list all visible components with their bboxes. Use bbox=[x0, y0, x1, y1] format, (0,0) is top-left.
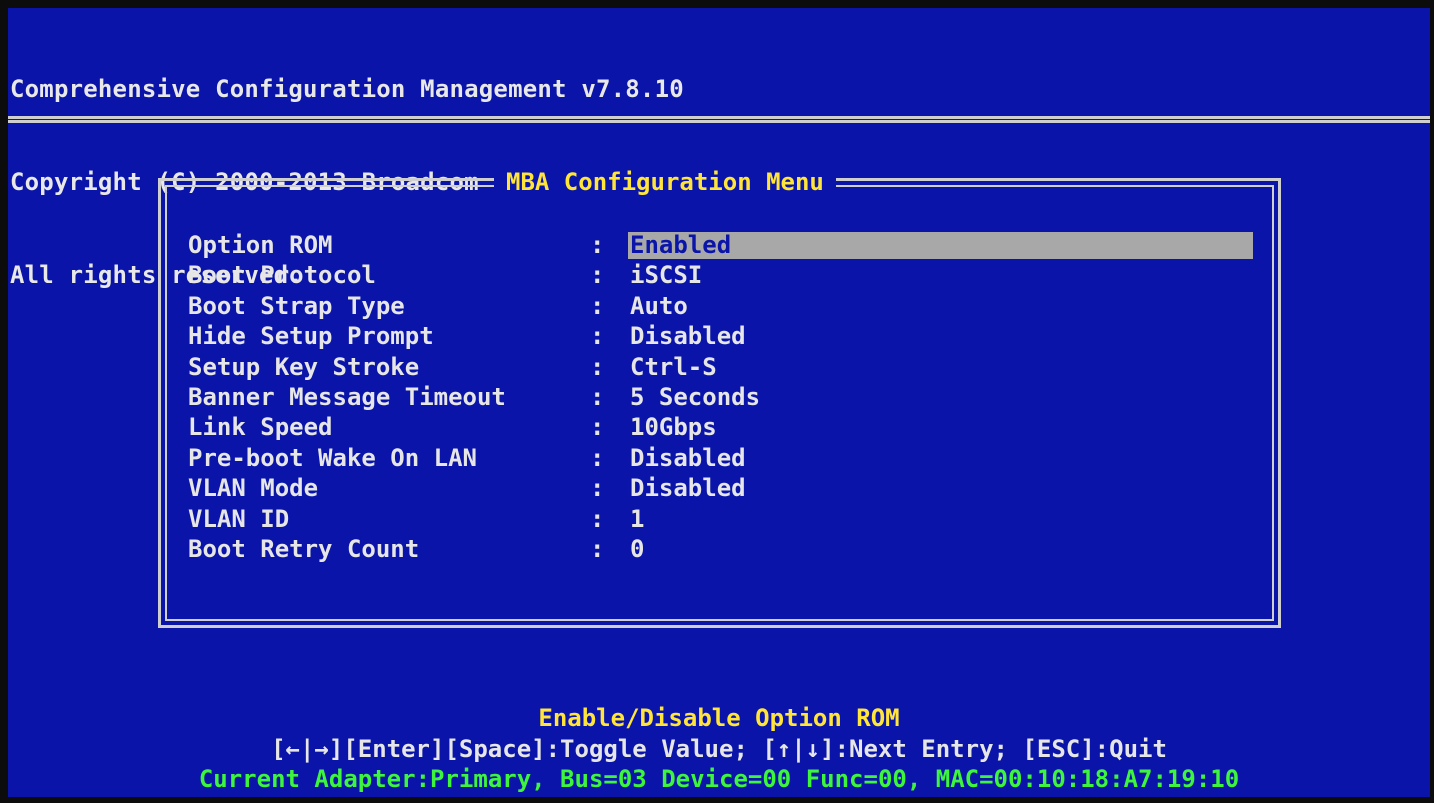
menu-item-label: Link Speed bbox=[188, 413, 333, 442]
menu-item-label: Pre-boot Wake On LAN bbox=[188, 443, 477, 472]
menu-item-value[interactable]: Ctrl-S bbox=[630, 352, 717, 382]
menu-item-separator: : bbox=[590, 352, 605, 381]
menu-item-separator: : bbox=[590, 474, 605, 503]
key-hints: [←|→][Enter][Space]:Toggle Value; [↑|↓]:… bbox=[271, 735, 1167, 763]
menu-item-separator: : bbox=[590, 413, 605, 442]
menu-item-value[interactable]: Enabled bbox=[630, 230, 731, 260]
menu-item-value[interactable]: Auto bbox=[630, 291, 688, 321]
menu-item-value[interactable]: Disabled bbox=[630, 443, 746, 473]
header-product-line: Comprehensive Configuration Management v… bbox=[10, 75, 684, 103]
menu-item-pre-boot-wake-on-lan[interactable]: Pre-boot Wake On LAN : Disabled bbox=[188, 443, 1258, 473]
bios-screen: Comprehensive Configuration Management v… bbox=[8, 8, 1430, 797]
menu-item-separator: : bbox=[590, 534, 605, 563]
menu-item-value[interactable]: 1 bbox=[630, 504, 644, 534]
menu-item-separator: : bbox=[590, 231, 605, 259]
menu-item-separator: : bbox=[590, 504, 605, 533]
menu-title: MBA Configuration Menu bbox=[494, 167, 836, 197]
menu-item-label: Boot Strap Type bbox=[188, 291, 405, 320]
menu-item-value[interactable]: 5 Seconds bbox=[630, 382, 760, 412]
menu-item-boot-retry-count[interactable]: Boot Retry Count : 0 bbox=[188, 534, 1258, 564]
help-description: Enable/Disable Option ROM bbox=[538, 704, 900, 732]
menu-item-value[interactable]: Disabled bbox=[630, 473, 746, 503]
adapter-status: Current Adapter:Primary, Bus=03 Device=0… bbox=[198, 765, 1240, 793]
menu-item-value[interactable]: 0 bbox=[630, 534, 644, 564]
menu-item-label: Banner Message Timeout bbox=[188, 382, 506, 411]
menu-item-label: VLAN ID bbox=[188, 504, 290, 533]
menu-item-separator: : bbox=[590, 443, 605, 472]
menu-item-label: Boot Protocol bbox=[188, 261, 376, 290]
menu-item-label: Setup Key Stroke bbox=[188, 352, 420, 381]
menu-item-separator: : bbox=[590, 382, 605, 411]
menu-item-value[interactable]: Disabled bbox=[630, 321, 746, 351]
menu-item-boot-strap-type[interactable]: Boot Strap Type : Auto bbox=[188, 291, 1258, 321]
menu-item-value[interactable]: iSCSI bbox=[630, 260, 702, 290]
menu-item-value[interactable]: 10Gbps bbox=[630, 412, 717, 442]
menu-item-option-rom[interactable]: Option ROM : Enabled bbox=[188, 230, 1258, 260]
menu-item-label: Boot Retry Count bbox=[188, 534, 420, 563]
menu-item-label: Hide Setup Prompt bbox=[188, 322, 434, 351]
header-divider bbox=[8, 116, 1430, 123]
menu-item-vlan-id[interactable]: VLAN ID : 1 bbox=[188, 504, 1258, 534]
menu-item-separator: : bbox=[590, 322, 605, 351]
menu-item-hide-setup-prompt[interactable]: Hide Setup Prompt : Disabled bbox=[188, 321, 1258, 351]
menu-item-separator: : bbox=[590, 291, 605, 320]
menu-item-label: VLAN Mode bbox=[188, 474, 319, 503]
menu-item-banner-message-timeout[interactable]: Banner Message Timeout : 5 Seconds bbox=[188, 382, 1258, 412]
menu-item-link-speed[interactable]: Link Speed : 10Gbps bbox=[188, 412, 1258, 442]
menu-item-separator: : bbox=[590, 261, 605, 290]
menu-item-vlan-mode[interactable]: VLAN Mode : Disabled bbox=[188, 473, 1258, 503]
menu-list: Option ROM : Enabled Boot Protocol : iSC… bbox=[188, 230, 1258, 564]
menu-item-setup-key-stroke[interactable]: Setup Key Stroke : Ctrl-S bbox=[188, 352, 1258, 382]
menu-item-label: Option ROM bbox=[188, 231, 333, 259]
menu-item-boot-protocol[interactable]: Boot Protocol : iSCSI bbox=[188, 260, 1258, 290]
